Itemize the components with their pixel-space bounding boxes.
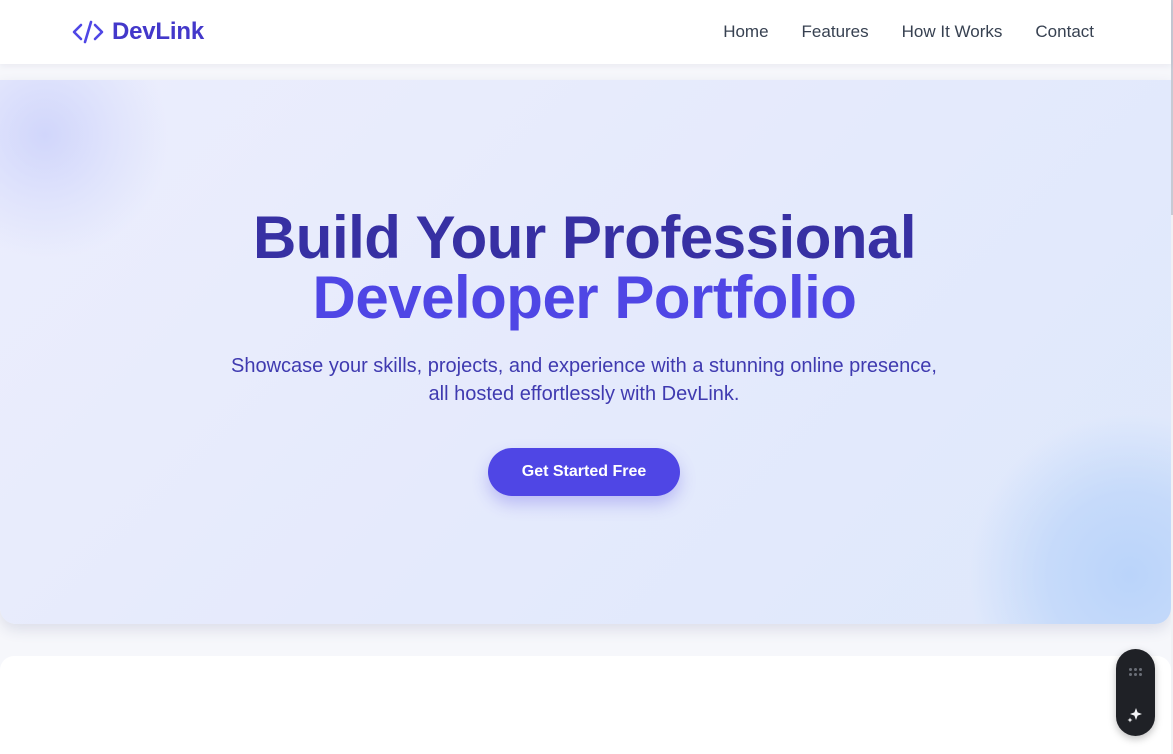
hero-title-line2: Developer Portfolio xyxy=(312,264,857,331)
hero-section: Build Your Professional Developer Portfo… xyxy=(0,80,1171,624)
hero-decor-blob-bottom-right xyxy=(960,410,1171,624)
page: DevLink Home Features How It Works Conta… xyxy=(0,0,1173,754)
nav-link-home[interactable]: Home xyxy=(723,21,768,43)
drag-grip-icon[interactable] xyxy=(1129,668,1142,676)
main-nav: Home Features How It Works Contact xyxy=(723,21,1094,43)
nav-link-contact[interactable]: Contact xyxy=(1035,21,1094,43)
brand-logo-link[interactable]: DevLink xyxy=(72,17,204,47)
site-header: DevLink Home Features How It Works Conta… xyxy=(0,0,1171,64)
floating-widget[interactable] xyxy=(1116,649,1155,736)
hero-title: Build Your Professional Developer Portfo… xyxy=(0,208,1169,328)
code-brackets-icon xyxy=(72,20,104,44)
sparkle-icon[interactable] xyxy=(1126,705,1145,724)
get-started-button[interactable]: Get Started Free xyxy=(488,448,680,496)
hero-title-line1: Build Your Professional xyxy=(252,204,917,271)
nav-link-features[interactable]: Features xyxy=(802,21,869,43)
hero-subtitle: Showcase your skills, projects, and expe… xyxy=(184,352,984,408)
next-section xyxy=(0,656,1171,754)
hero-subtitle-line2: all hosted effortlessly with DevLink. xyxy=(428,383,740,405)
nav-link-how-it-works[interactable]: How It Works xyxy=(902,21,1003,43)
brand-name: DevLink xyxy=(112,18,204,45)
hero-subtitle-line1: Showcase your skills, projects, and expe… xyxy=(231,355,937,377)
